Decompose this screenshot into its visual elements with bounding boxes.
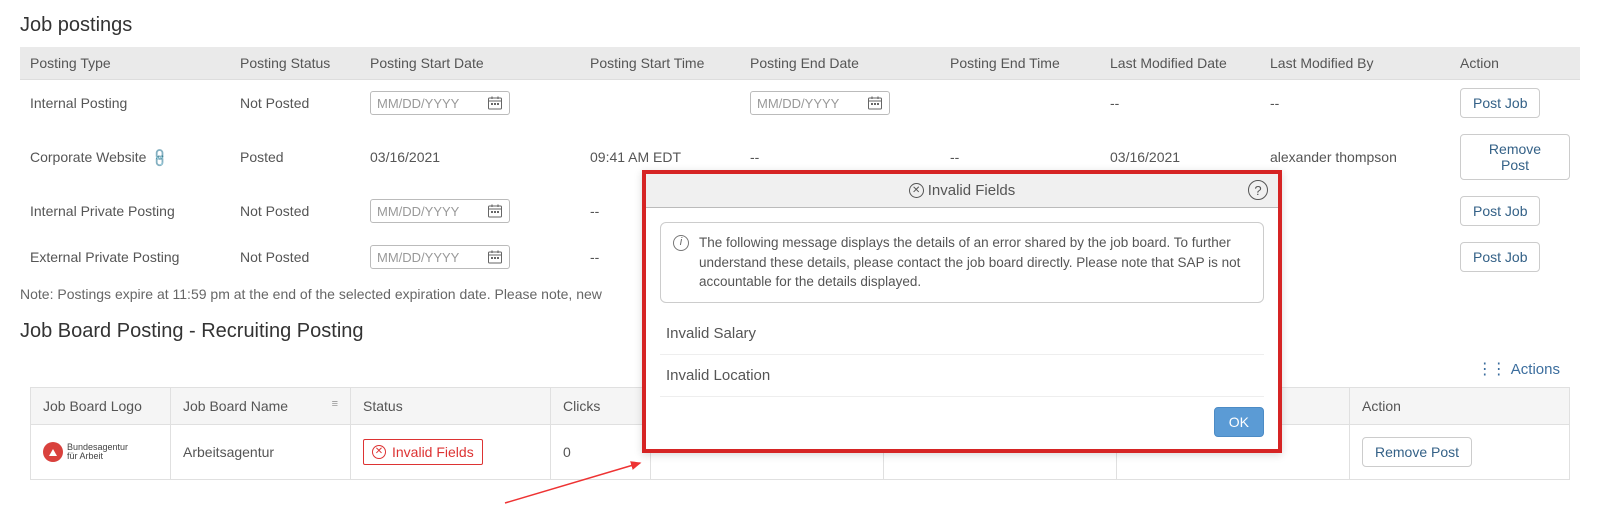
posting-type: Corporate Website🔗 (20, 126, 230, 188)
sort-icon[interactable]: ≡ (332, 398, 338, 410)
actions-dots-icon: ⋮⋮ (1477, 361, 1505, 378)
posting-row: Internal PostingNot Posted MM/DD/YYYY MM/D… (20, 80, 1580, 127)
error-icon: ✕ (372, 445, 386, 459)
posting-status: Not Posted (230, 188, 360, 234)
posting-end-date-cell: MM/DD/YYYY (740, 80, 940, 127)
post-job-button[interactable]: Post Job (1460, 242, 1540, 272)
posting-status: Posted (230, 126, 360, 188)
info-icon: i (673, 235, 689, 251)
clicks-cell: 0 (551, 425, 651, 480)
posting-start-date-cell: 03/16/2021 (360, 126, 580, 188)
last-modified-by: alexander thompson (1260, 126, 1450, 188)
invalid-fields-dialog: ✕ Invalid Fields ? i The following messa… (642, 170, 1282, 453)
boards-column-header: Job Board Name≡ (171, 388, 351, 425)
link-icon[interactable]: 🔗 (149, 146, 172, 169)
boards-column-header: Clicks (551, 388, 651, 425)
posting-end-time (940, 80, 1100, 127)
remove-post-button[interactable]: Remove Post (1362, 437, 1472, 467)
postings-column-header: Posting End Time (940, 47, 1100, 80)
posting-type: External Private Posting (20, 234, 230, 280)
posting-type: Internal Private Posting (20, 188, 230, 234)
logo-caption: Bundesagenturfür Arbeit (67, 443, 128, 461)
posting-type: Internal Posting (20, 80, 230, 127)
last-modified-date: -- (1100, 80, 1260, 127)
dialog-header: ✕ Invalid Fields ? (646, 174, 1278, 208)
posting-start-date-cell: MM/DD/YYYY (360, 80, 580, 127)
dialog-title: Invalid Fields (928, 182, 1016, 199)
start-date-input[interactable]: MM/DD/YYYY (370, 91, 510, 115)
remove-post-button[interactable]: Remove Post (1460, 134, 1570, 180)
job-board-logo: Bundesagenturfür Arbeit (43, 442, 128, 462)
start-date-input[interactable]: MM/DD/YYYY (370, 199, 510, 223)
boards-column-header: Status (351, 388, 551, 425)
boards-column-header: Action (1350, 388, 1570, 425)
ok-button[interactable]: OK (1214, 407, 1264, 437)
end-date-input[interactable]: MM/DD/YYYY (750, 91, 890, 115)
job-board-name: Arbeitsagentur (171, 425, 351, 480)
job-postings-heading: Job postings (20, 14, 1580, 37)
posting-start-time (580, 80, 740, 127)
last-modified-by: -- (1260, 80, 1450, 127)
actions-label: Actions (1511, 361, 1560, 378)
dialog-info-text: The following message displays the detai… (699, 233, 1251, 292)
invalid-fields-badge[interactable]: ✕ Invalid Fields (363, 439, 483, 465)
post-job-button[interactable]: Post Job (1460, 88, 1540, 118)
invalid-field-item: Invalid Salary (660, 313, 1264, 355)
postings-column-header: Last Modified Date (1100, 47, 1260, 80)
postings-column-header: Posting Start Date (360, 47, 580, 80)
dialog-error-icon: ✕ (909, 183, 924, 198)
posting-status: Not Posted (230, 234, 360, 280)
boards-column-header: Job Board Logo (31, 388, 171, 425)
posting-status: Not Posted (230, 80, 360, 127)
help-icon[interactable]: ? (1248, 180, 1268, 200)
last-modified-by (1260, 188, 1450, 234)
last-modified-by (1260, 234, 1450, 280)
postings-column-header: Posting Start Time (580, 47, 740, 80)
postings-column-header: Last Modified By (1260, 47, 1450, 80)
invalid-fields-text: Invalid Fields (392, 444, 474, 460)
postings-column-header: Posting End Date (740, 47, 940, 80)
postings-column-header: Posting Status (230, 47, 360, 80)
dialog-info-box: i The following message displays the det… (660, 222, 1264, 303)
invalid-field-item: Invalid Location (660, 355, 1264, 397)
postings-column-header: Action (1450, 47, 1580, 80)
start-date-input[interactable]: MM/DD/YYYY (370, 245, 510, 269)
post-job-button[interactable]: Post Job (1460, 196, 1540, 226)
posting-start-date-cell: MM/DD/YYYY (360, 234, 580, 280)
postings-column-header: Posting Type (20, 47, 230, 80)
posting-start-date-cell: MM/DD/YYYY (360, 188, 580, 234)
